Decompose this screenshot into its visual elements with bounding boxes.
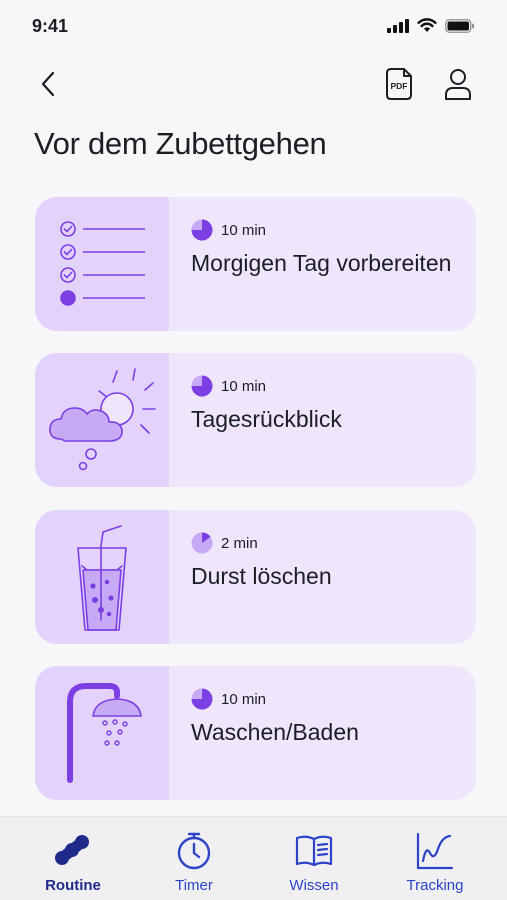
nav-bar: PDF: [0, 62, 507, 106]
tab-tracking[interactable]: Tracking: [385, 831, 485, 894]
duration-pie-icon: [191, 688, 213, 710]
tab-routine[interactable]: Routine: [23, 831, 123, 894]
card-title: Waschen/Baden: [191, 719, 359, 745]
routine-card-wash-bathe[interactable]: 10 min Waschen/Baden: [35, 666, 476, 800]
card-title: Morgigen Tag vorbereiten: [191, 250, 452, 276]
book-icon: [295, 835, 333, 867]
back-button[interactable]: [30, 66, 66, 102]
user-icon: [445, 69, 471, 100]
chevron-left-icon: [41, 71, 55, 97]
pdf-label: PDF: [391, 81, 408, 91]
duration: 2 min: [191, 532, 460, 554]
card-title: Tagesrückblick: [191, 406, 342, 432]
checklist-illustration: [35, 197, 169, 331]
chart-icon: [416, 832, 454, 870]
tab-label: Routine: [45, 877, 101, 894]
pdf-document-icon: PDF: [386, 68, 412, 100]
pdf-button[interactable]: PDF: [382, 66, 416, 102]
duration: 10 min: [191, 219, 460, 241]
status-bar: 9:41: [0, 0, 507, 52]
duration-pie-icon: [191, 375, 213, 397]
profile-button[interactable]: [440, 66, 476, 102]
tab-label: Wissen: [289, 877, 339, 894]
duration-pie-icon: [191, 532, 213, 554]
tab-timer[interactable]: Timer: [144, 831, 244, 894]
tab-bar: Routine Timer Wissen Tracking: [0, 816, 507, 900]
page-title: Vor dem Zubettgehen: [34, 126, 327, 161]
routine-card-day-review[interactable]: 10 min Tagesrückblick: [35, 353, 476, 487]
duration: 10 min: [191, 688, 460, 710]
cloud-sun-illustration: [35, 353, 169, 487]
card-title: Durst löschen: [191, 563, 332, 589]
tab-label: Timer: [175, 877, 213, 894]
routine-icon: [55, 835, 89, 865]
stopwatch-icon: [177, 832, 211, 870]
duration-pie-icon: [191, 219, 213, 241]
duration-label: 2 min: [221, 534, 258, 552]
water-glass-illustration: [35, 510, 169, 644]
duration-label: 10 min: [221, 690, 267, 708]
status-time: 9:41: [32, 16, 69, 36]
cellular-signal-icon: [387, 18, 409, 33]
battery-icon: [445, 18, 474, 33]
status-icons: [387, 18, 475, 33]
tab-label: Tracking: [406, 877, 464, 894]
duration-label: 10 min: [221, 221, 267, 239]
duration-label: 10 min: [221, 377, 267, 395]
routine-card-quench-thirst[interactable]: 2 min Durst löschen: [35, 510, 476, 644]
wifi-icon: [417, 18, 437, 32]
shower-illustration: [35, 666, 169, 800]
tab-wissen[interactable]: Wissen: [264, 831, 364, 894]
duration: 10 min: [191, 375, 460, 397]
routine-card-prepare-tomorrow[interactable]: 10 min Morgigen Tag vorbereiten: [35, 197, 476, 331]
